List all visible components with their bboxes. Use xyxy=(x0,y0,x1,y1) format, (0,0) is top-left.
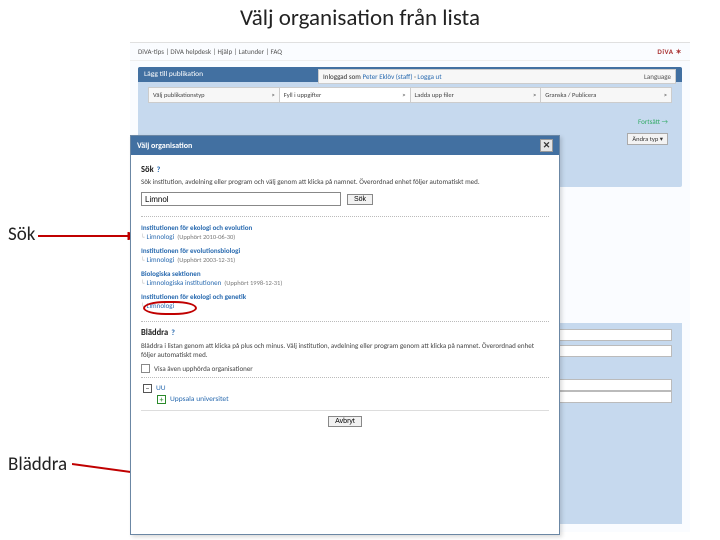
collapse-icon[interactable]: − xyxy=(143,384,152,393)
page-title: Välj organisation från lista xyxy=(0,0,720,34)
cancel-button[interactable]: Avbryt xyxy=(328,416,362,427)
continue-link[interactable]: Fortsätt → xyxy=(638,117,668,126)
help-icon[interactable]: ? xyxy=(157,165,161,175)
expand-icon[interactable]: + xyxy=(157,395,166,404)
close-icon[interactable]: ✕ xyxy=(540,139,553,152)
search-button[interactable]: Sök xyxy=(347,194,373,205)
link[interactable]: DiVA-tips xyxy=(138,47,164,56)
result-item[interactable]: Biologiska sektionen └Limnologiska insti… xyxy=(141,269,549,288)
logout-link[interactable]: Logga ut xyxy=(417,72,441,81)
link[interactable]: Hjälp xyxy=(217,47,232,56)
link[interactable]: Latunder xyxy=(239,47,265,56)
link[interactable]: FAQ xyxy=(271,47,283,56)
tree-node-child[interactable]: + Uppsala universitet xyxy=(157,395,549,404)
result-item[interactable]: Institutionen för evolutionsbiologi └Lim… xyxy=(141,246,549,265)
link[interactable]: DiVA helpdesk xyxy=(170,47,211,56)
choose-organisation-modal: Välj organisation ✕ Sök? Sök institution… xyxy=(130,135,560,535)
logged-in-as: Inloggad som Peter Eklöv (staff) · Logga… xyxy=(323,72,442,81)
app-stage: DiVA-tips | DiVA helpdesk | Hjälp | Latu… xyxy=(130,42,690,532)
brand-logo: DiVA ✶ xyxy=(657,47,682,56)
change-type-button[interactable]: Ändra typ ▾ xyxy=(627,133,668,145)
top-bar: DiVA-tips | DiVA helpdesk | Hjälp | Latu… xyxy=(130,43,690,61)
step-1[interactable]: Välj publikationstyp> xyxy=(148,87,280,103)
label-bladdra: Bläddra xyxy=(8,453,67,476)
tree-node-root[interactable]: − UU xyxy=(143,384,549,393)
language-label[interactable]: Language xyxy=(644,72,671,81)
browse-hint: Bläddra i listan genom att klicka på plu… xyxy=(141,341,549,359)
help-icon[interactable]: ? xyxy=(171,328,175,338)
modal-title: Välj organisation xyxy=(137,141,192,151)
modal-body: Sök? Sök institution, avdelning eller pr… xyxy=(131,155,559,435)
login-row: Inloggad som Peter Eklöv (staff) · Logga… xyxy=(318,69,676,84)
show-expired-checkbox-row[interactable]: Visa även upphörda organisationer xyxy=(141,364,549,373)
result-item[interactable]: Institutionen för ekologi och evolution … xyxy=(141,223,549,242)
search-input[interactable] xyxy=(141,192,341,206)
org-tree: − UU + Uppsala universitet xyxy=(141,384,549,404)
checkbox-label: Visa även upphörda organisationer xyxy=(154,364,253,373)
top-links: DiVA-tips | DiVA helpdesk | Hjälp | Latu… xyxy=(138,47,282,56)
modal-header: Välj organisation ✕ xyxy=(131,136,559,155)
step-3[interactable]: Ladda upp filer> xyxy=(411,87,542,103)
highlight-oval xyxy=(143,301,197,315)
wizard-steps: Välj publikationstyp> Fyll i uppgifter> … xyxy=(148,87,672,103)
step-2[interactable]: Fyll i uppgifter> xyxy=(280,87,411,103)
result-item[interactable]: Institutionen för ekologi och genetik └L… xyxy=(141,292,549,311)
search-row: Sök xyxy=(141,192,549,206)
step-4[interactable]: Granska / Publicera> xyxy=(541,87,672,103)
search-heading: Sök? xyxy=(141,165,549,175)
modal-footer: Avbryt xyxy=(141,410,549,431)
checkbox-icon[interactable] xyxy=(141,364,150,373)
label-sok: Sök xyxy=(8,223,35,246)
browse-heading: Bläddra? xyxy=(141,328,549,338)
arrow-sok xyxy=(38,232,136,240)
search-hint: Sök institution, avdelning eller program… xyxy=(141,177,549,186)
